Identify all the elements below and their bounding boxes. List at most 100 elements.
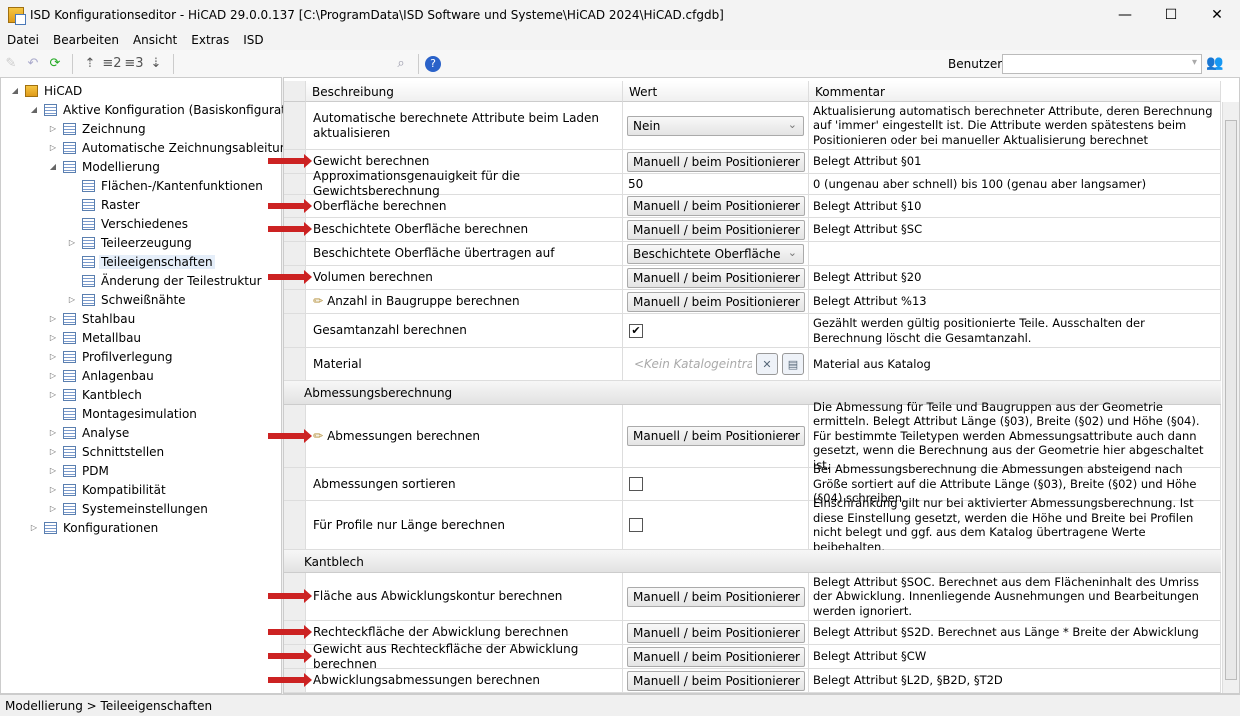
tree-item[interactable]: Änderung der Teilestruktur <box>66 271 264 290</box>
refresh-icon[interactable]: ⟳ <box>44 53 66 75</box>
tree-item[interactable]: ▷ Kantblech <box>47 385 144 404</box>
tree-item[interactable]: ▷ Schweißnähte <box>66 290 188 309</box>
value-dropdown[interactable]: Manuell / beim Positionierer <box>627 151 805 172</box>
maximize-button[interactable]: ☐ <box>1148 0 1194 30</box>
expand-toggle-icon[interactable]: ▷ <box>66 238 78 247</box>
table-row[interactable]: ✏ Anzahl in Baugruppe berechnen Manuell / … <box>284 290 1221 314</box>
row-header[interactable] <box>284 314 306 347</box>
table-row[interactable]: Gewicht aus Rechteckfläche der Abwicklun… <box>284 642 1221 671</box>
expand-toggle-icon[interactable]: ▷ <box>47 371 59 380</box>
vertical-scrollbar[interactable] <box>1222 102 1239 693</box>
table-row[interactable]: Approximationsgenauigkeit für die Gewich… <box>284 169 1221 198</box>
expand-toggle-icon[interactable]: ▷ <box>47 314 59 323</box>
table-row[interactable]: Beschichtete Oberfläche übertragen auf Be… <box>284 242 1221 266</box>
column-header-beschreibung[interactable]: Beschreibung <box>306 81 623 102</box>
row-header[interactable] <box>284 468 306 500</box>
catalog-icon[interactable]: ▤ <box>782 353 804 375</box>
row-header[interactable] <box>284 501 306 549</box>
tree-item[interactable]: ◢ Aktive Konfiguration (Basiskonfiguratio… <box>28 100 311 119</box>
menu-datei[interactable]: Datei <box>0 33 46 47</box>
tree-item[interactable]: ▷ Teileerzeugung <box>66 233 194 252</box>
value-input[interactable]: 50 <box>627 177 643 192</box>
expand-level-1-icon[interactable]: ⇡ <box>79 53 101 75</box>
tree-item[interactable]: ◢ Modellierung <box>47 157 162 176</box>
tree-item[interactable]: ▷ Schnittstellen <box>47 442 166 461</box>
section-header[interactable]: Kantblech <box>284 550 1221 573</box>
menu-isd[interactable]: ISD <box>236 33 270 47</box>
expand-toggle-icon[interactable]: ▷ <box>47 447 59 456</box>
value-dropdown[interactable]: Manuell / beim Positionierer <box>627 196 805 216</box>
expand-toggle-icon[interactable]: ◢ <box>47 162 59 171</box>
checkbox[interactable] <box>629 477 643 491</box>
table-row[interactable]: Abwicklungsabmessungen berechnen Manuell … <box>284 669 1221 693</box>
tree-item[interactable]: Raster <box>66 195 142 214</box>
value-dropdown[interactable]: Manuell / beim Positionierer <box>627 267 805 288</box>
value-dropdown[interactable]: Manuell / beim Positionierer <box>627 219 805 240</box>
tree-item[interactable]: Verschiedenes <box>66 214 190 233</box>
row-header[interactable] <box>284 174 306 194</box>
help-icon[interactable]: ? <box>425 55 441 72</box>
menu-ansicht[interactable]: Ansicht <box>126 33 184 47</box>
expand-all-icon[interactable]: ⇣ <box>145 53 167 75</box>
table-row[interactable]: Gesamtanzahl berechnen ✔ Gezählt werden gü… <box>284 314 1221 348</box>
expand-toggle-icon[interactable]: ◢ <box>28 105 40 114</box>
column-header-wert[interactable]: Wert <box>623 81 809 102</box>
clear-button[interactable]: ✕ <box>756 353 778 375</box>
tree-item[interactable]: ▷ Zeichnung <box>47 119 148 138</box>
undo-icon[interactable]: ↶ <box>22 53 44 75</box>
row-header[interactable] <box>284 290 306 313</box>
expand-toggle-icon[interactable]: ▷ <box>47 390 59 399</box>
value-dropdown[interactable]: Manuell / beim Positionierer <box>627 291 805 312</box>
table-row[interactable]: Für Profile nur Länge berechnen Einschrän… <box>284 496 1221 554</box>
user-dropdown[interactable] <box>1002 54 1202 74</box>
expand-toggle-icon[interactable]: ▷ <box>47 352 59 361</box>
value-dropdown[interactable]: Manuell / beim Positionierer <box>627 426 805 446</box>
menu-extras[interactable]: Extras <box>184 33 236 47</box>
tree-item[interactable]: ▷ Profilverlegung <box>47 347 175 366</box>
expand-toggle-icon[interactable]: ▷ <box>47 504 59 513</box>
value-dropdown[interactable]: Manuell / beim Positionierer <box>627 586 805 607</box>
expand-level-2-icon[interactable]: ≡2 <box>101 53 123 75</box>
tree-item[interactable]: Montagesimulation <box>47 404 199 423</box>
tree-item[interactable]: ▷ PDM <box>47 461 111 480</box>
value-dropdown[interactable]: Beschichtete Oberfläche <box>627 243 804 264</box>
tree-item[interactable]: ▷ Analyse <box>47 423 131 442</box>
tree-item[interactable]: ▷ Anlagenbau <box>47 366 156 385</box>
edit-pencil-icon[interactable]: ✎ <box>0 53 22 75</box>
value-dropdown[interactable]: Nein <box>627 115 804 136</box>
tree-item[interactable]: ▷ Automatische Zeichnungsableitung <box>47 138 297 157</box>
value-dropdown[interactable]: Manuell / beim Positionierer <box>627 646 805 667</box>
expand-toggle-icon[interactable]: ▷ <box>47 333 59 342</box>
tree-item[interactable]: ▷ Kompatibilität <box>47 480 168 499</box>
minimize-button[interactable]: — <box>1102 0 1148 30</box>
table-row[interactable]: Oberfläche berechnen Manuell / beim Posit… <box>284 195 1221 218</box>
tree-item[interactable]: ▷ Systemeinstellungen <box>47 499 210 518</box>
binoculars-icon[interactable]: ⌕ <box>390 53 412 75</box>
expand-toggle-icon[interactable]: ▷ <box>28 523 40 532</box>
checkbox[interactable] <box>629 518 643 532</box>
tree-item[interactable]: Teileeigenschaften <box>66 252 215 271</box>
tree-item[interactable]: ▷ Metallbau <box>47 328 143 347</box>
expand-toggle-icon[interactable]: ▷ <box>66 295 78 304</box>
expand-toggle-icon[interactable]: ▷ <box>47 143 59 152</box>
users-icon[interactable]: 👥 <box>1206 55 1223 71</box>
row-header[interactable] <box>284 348 306 380</box>
row-header[interactable] <box>284 242 306 265</box>
table-row[interactable]: Fläche aus Abwicklungskontur berechnen Ma… <box>284 573 1221 621</box>
table-row[interactable]: Volumen berechnen Manuell / beim Position… <box>284 266 1221 290</box>
expand-toggle-icon[interactable]: ▷ <box>47 124 59 133</box>
close-button[interactable]: ✕ <box>1194 0 1240 30</box>
tree-item[interactable]: ◢ HiCAD <box>9 81 84 100</box>
expand-toggle-icon[interactable]: ▷ <box>47 485 59 494</box>
expand-toggle-icon[interactable]: ▷ <box>47 428 59 437</box>
expand-level-3-icon[interactable]: ≡3 <box>123 53 145 75</box>
table-row[interactable]: Automatische berechnete Attribute beim L… <box>284 102 1221 150</box>
tree-item[interactable]: Flächen-/Kantenfunktionen <box>66 176 265 195</box>
checkbox[interactable]: ✔ <box>629 323 643 338</box>
tree-item[interactable]: ▷ Stahlbau <box>47 309 137 328</box>
expand-toggle-icon[interactable]: ◢ <box>9 86 21 95</box>
table-row[interactable]: ✏ Abmessungen berechnen Manuell / beim Pos… <box>284 400 1221 472</box>
row-header[interactable] <box>284 102 306 149</box>
value-dropdown[interactable]: Manuell / beim Positionierer <box>627 622 805 643</box>
menu-bearbeiten[interactable]: Bearbeiten <box>46 33 126 47</box>
